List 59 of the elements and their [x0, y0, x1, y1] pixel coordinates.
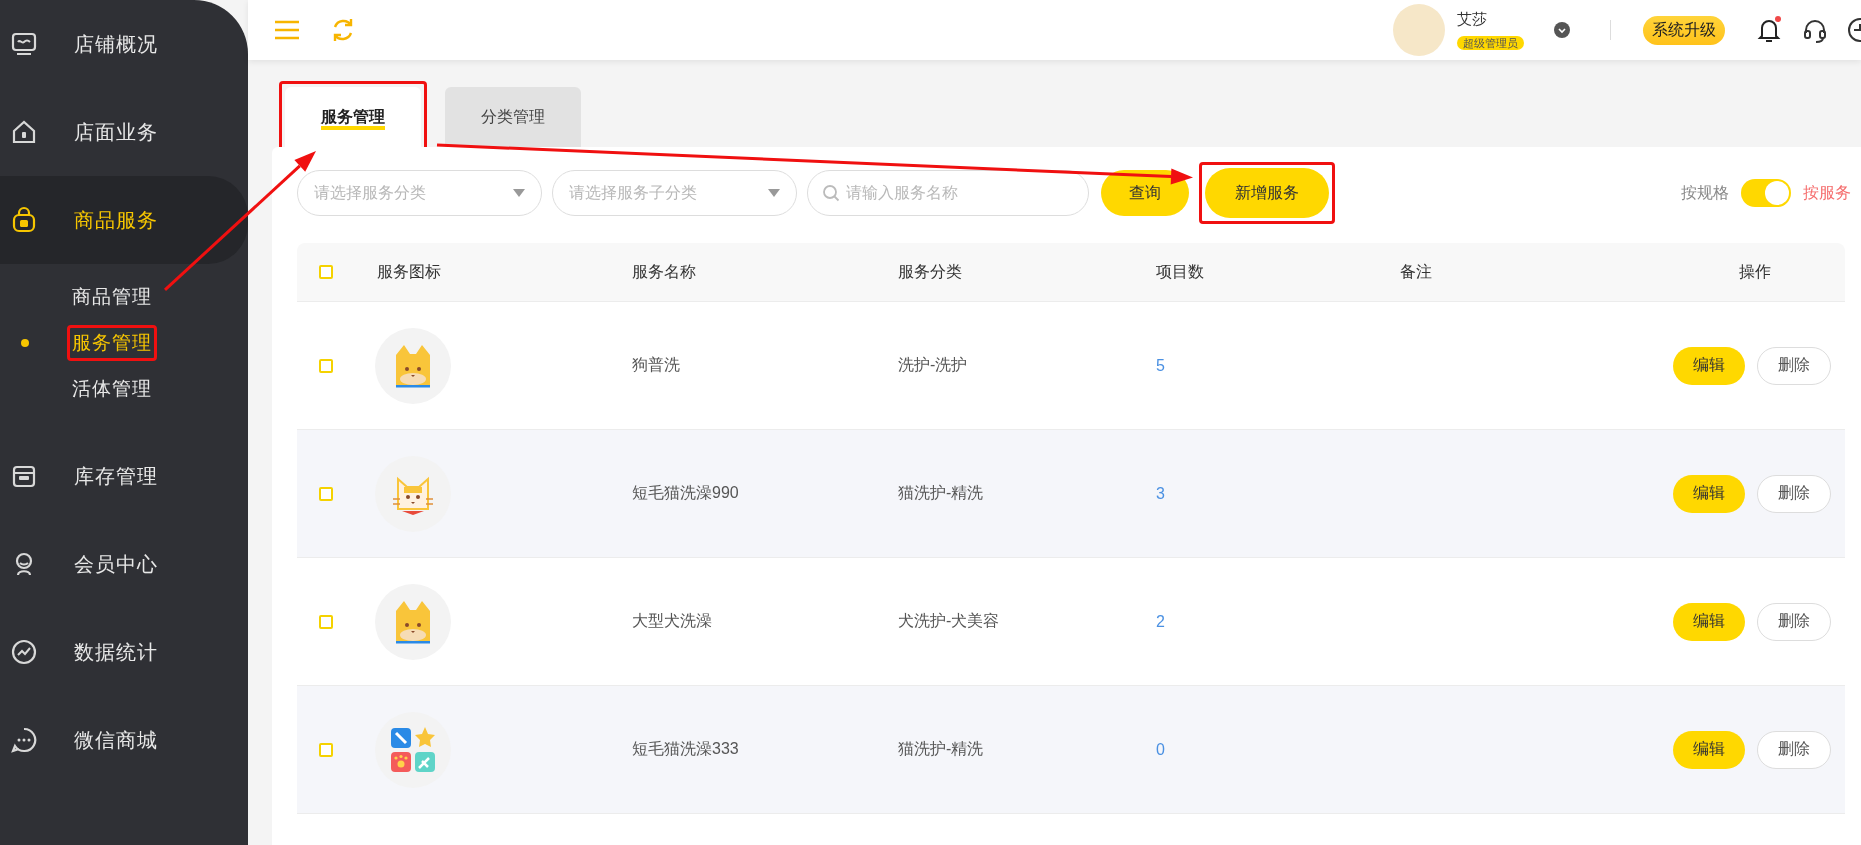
row-checkbox[interactable] [319, 742, 333, 757]
house-icon [10, 118, 38, 146]
sidebar-item[interactable]: 库存管理 [0, 432, 248, 520]
sidebar-item[interactable]: 店铺概况 [0, 0, 248, 88]
caret-icon [513, 189, 525, 197]
sidebar-item[interactable]: 店面业务 [0, 88, 248, 176]
row-checkbox[interactable] [319, 486, 333, 501]
role-badge: 超级管理员 [1457, 35, 1524, 50]
submenu-item[interactable]: 服务管理 [70, 328, 154, 358]
selected-dot [21, 339, 29, 347]
edit-button[interactable]: 编辑 [1673, 602, 1745, 641]
table-cell: 短毛猫洗澡333 [632, 740, 739, 757]
table-cell: 狗普洗 [632, 356, 680, 373]
table-cell: 洗护-洗护 [898, 356, 968, 373]
sidebar-item[interactable]: 数据统计 [0, 608, 248, 696]
edit-button[interactable]: 编辑 [1673, 730, 1745, 769]
table-cell: 大型犬洗澡 [632, 612, 712, 629]
delete-button[interactable]: 删除 [1757, 730, 1831, 769]
table-cell: 短毛猫洗澡990 [632, 484, 739, 501]
column-header: 项目数 [1156, 262, 1204, 280]
row-checkbox[interactable] [319, 614, 333, 629]
column-header: 服务图标 [377, 262, 441, 280]
tab[interactable]: 服务管理 [285, 87, 421, 147]
monitor-icon [10, 30, 38, 58]
upgrade-button[interactable]: 系统升级 [1643, 15, 1725, 45]
row-checkbox[interactable] [319, 358, 333, 373]
table-cell: 犬洗护-犬美容 [898, 612, 1000, 629]
search-icon [822, 184, 840, 202]
add-service-button[interactable]: 新增服务 [1205, 168, 1329, 218]
submenu-item[interactable]: 活体管理 [70, 374, 154, 404]
sidebar-item[interactable]: 微信商城 [0, 696, 248, 784]
delete-button[interactable]: 删除 [1757, 474, 1831, 513]
user-name: 艾莎 [1457, 9, 1488, 29]
tab[interactable]: 分类管理 [445, 87, 581, 147]
table-cell: 猫洗护-精洗 [898, 740, 984, 757]
sidebar-item[interactable]: 商品服务 [0, 176, 248, 264]
query-button[interactable]: 查询 [1101, 170, 1189, 216]
select-all-checkbox[interactable] [319, 265, 333, 279]
chat-bubble-icon [10, 726, 38, 754]
delete-button[interactable]: 删除 [1757, 346, 1831, 385]
caret-icon [768, 189, 780, 197]
toggle-label: 按服务 [1803, 182, 1851, 203]
bag-icon [10, 206, 38, 234]
clock-icon[interactable] [1847, 17, 1861, 43]
edit-button[interactable]: 编辑 [1673, 474, 1745, 513]
column-header: 操作 [1739, 262, 1771, 280]
toggle-switch[interactable] [1741, 179, 1791, 207]
delete-button[interactable]: 删除 [1757, 602, 1831, 641]
table-cell: 猫洗护-精洗 [898, 484, 984, 501]
edit-button[interactable]: 编辑 [1673, 346, 1745, 385]
submenu-item[interactable]: 商品管理 [70, 282, 154, 312]
avatar[interactable] [1393, 4, 1445, 56]
sidebar-item[interactable]: 会员中心 [0, 520, 248, 608]
dropdown-icon[interactable] [1554, 22, 1570, 38]
line-chart-icon [10, 638, 38, 666]
column-header: 服务名称 [632, 262, 696, 280]
column-header: 备注 [1400, 262, 1432, 280]
toggle-label: 按规格 [1681, 182, 1729, 203]
column-header: 服务分类 [898, 262, 962, 280]
